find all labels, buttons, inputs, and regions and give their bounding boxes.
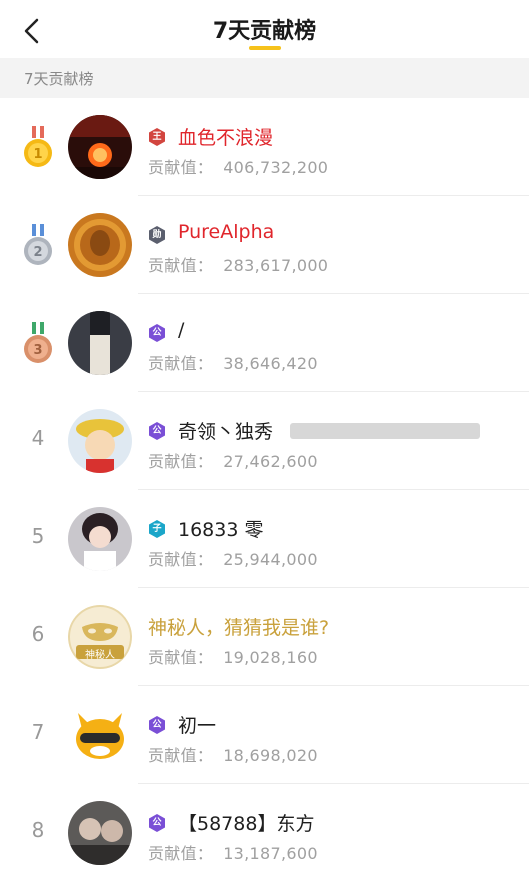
level-badge-icon: 子	[148, 520, 166, 538]
contribution-value: 贡献值： 25,944,000	[148, 550, 318, 569]
user-name[interactable]: /	[178, 319, 184, 341]
list-item[interactable]: 4 公 奇领丶独秀 贡献值： 27,462,600	[0, 392, 529, 490]
level-badge-icon: 公	[148, 716, 166, 734]
user-name[interactable]: 血色不浪漫	[178, 123, 273, 150]
avatar[interactable]	[68, 115, 132, 179]
level-badge-icon: 公	[148, 324, 166, 342]
rank-number: 7	[31, 720, 45, 744]
bronze-medal-icon: 3	[18, 322, 58, 366]
avatar[interactable]	[68, 801, 132, 865]
section-header: 7天贡献榜	[0, 58, 529, 98]
list-item[interactable]: 6 神秘人 神秘人，猜猜我是谁? 贡献值： 19,028,160	[0, 588, 529, 686]
title-underline	[249, 46, 281, 50]
avatar[interactable]	[68, 213, 132, 277]
svg-text:2: 2	[33, 245, 42, 260]
list-item[interactable]: 3 公 / 贡献值： 38,646,420	[0, 294, 529, 392]
mystery-avatar-label: 神秘人	[85, 650, 115, 661]
contribution-value: 贡献值： 283,617,000	[148, 256, 329, 275]
list-item[interactable]: 1 王 血色不浪漫 贡献值： 406,732,200	[0, 98, 529, 196]
silver-medal-icon: 2	[18, 224, 58, 268]
level-badge-icon: 勋	[148, 226, 166, 244]
contribution-value: 贡献值： 27,462,600	[148, 452, 318, 471]
user-name[interactable]: 初一	[178, 711, 216, 738]
list-item[interactable]: 8 公 【58788】东方 贡献值： 13,187,600	[0, 784, 529, 874]
contribution-value: 贡献值： 406,732,200	[148, 158, 329, 177]
level-badge-icon: 王	[148, 128, 166, 146]
contribution-value: 贡献值： 38,646,420	[148, 354, 318, 373]
user-name[interactable]: 16833 零	[178, 515, 263, 542]
user-name: 神秘人，猜猜我是谁?	[148, 617, 330, 639]
gold-medal-icon: 1	[18, 126, 58, 170]
rank-number: 6	[31, 622, 45, 646]
rank-number: 8	[31, 818, 45, 842]
rank-number: 5	[31, 524, 45, 548]
rank-number: 4	[31, 426, 45, 450]
user-name[interactable]: PureAlpha	[178, 221, 274, 243]
contribution-value: 贡献值： 19,028,160	[148, 648, 318, 667]
list-item[interactable]: 2 勋 PureAlpha 贡献值： 283,617,000	[0, 196, 529, 294]
svg-text:3: 3	[33, 343, 42, 358]
list-item[interactable]: 7 公 初一 贡献值： 18,698,020	[0, 686, 529, 784]
section-label: 7天贡献榜	[24, 70, 94, 88]
svg-text:1: 1	[33, 147, 42, 162]
page-title: 7天贡献榜	[212, 19, 317, 44]
top-bar: 7天贡献榜	[0, 0, 529, 58]
user-name[interactable]: 奇领丶独秀	[178, 417, 273, 444]
avatar[interactable]	[68, 703, 132, 767]
list-item[interactable]: 5 子 16833 零 贡献值： 25,944,000	[0, 490, 529, 588]
contribution-value: 贡献值： 13,187,600	[148, 844, 318, 863]
contribution-value: 贡献值： 18,698,020	[148, 746, 318, 765]
level-badge-icon: 公	[148, 422, 166, 440]
avatar[interactable]	[68, 507, 132, 571]
avatar[interactable]	[68, 311, 132, 375]
mystery-avatar: 神秘人	[68, 605, 132, 669]
avatar[interactable]	[68, 409, 132, 473]
level-badge-icon: 公	[148, 814, 166, 832]
blurred-name-region	[290, 423, 480, 439]
user-name[interactable]: 【58788】东方	[178, 809, 314, 836]
